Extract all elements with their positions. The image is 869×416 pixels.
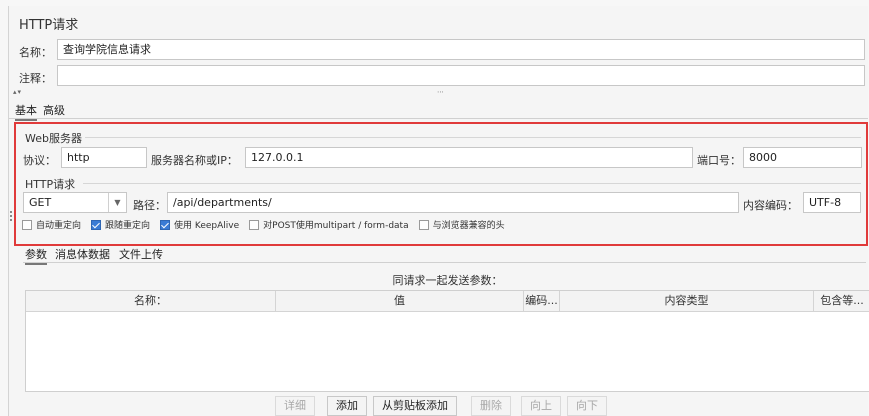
- option-label: 跟随重定向: [105, 221, 151, 231]
- splitter-grip-icon[interactable]: ⋯: [437, 88, 445, 96]
- chevron-down-icon[interactable]: ▼: [108, 193, 126, 212]
- tab-divider: [9, 118, 868, 119]
- server-label: 服务器名称或IP：: [151, 154, 238, 167]
- move-up-button[interactable]: 向上: [521, 396, 561, 416]
- option-keepalive[interactable]: 使用 KeepAlive: [160, 218, 239, 231]
- protocol-label: 协议：: [23, 154, 56, 167]
- port-label: 端口号：: [697, 154, 741, 167]
- checkbox-icon[interactable]: [22, 219, 32, 230]
- checkbox-checked-icon[interactable]: [91, 219, 102, 230]
- path-label: 路径：: [133, 199, 166, 212]
- server-field[interactable]: 127.0.0.1: [245, 147, 693, 168]
- header-encode[interactable]: 编码...: [524, 291, 560, 312]
- option-multipart[interactable]: 对POST使用multipart / form-data: [249, 218, 409, 231]
- protocol-field[interactable]: http: [61, 147, 147, 168]
- name-field[interactable]: 查询学院信息请求: [57, 39, 865, 60]
- checkbox-checked-icon[interactable]: [160, 219, 171, 230]
- web-server-group-title: Web服务器: [25, 132, 82, 145]
- splitter-handle-icon[interactable]: [10, 211, 13, 223]
- add-from-clipboard-button[interactable]: 从剪贴板添加: [373, 396, 457, 416]
- delete-button[interactable]: 删除: [471, 396, 511, 416]
- tab-file-upload[interactable]: 文件上传: [119, 246, 163, 262]
- option-browser-headers[interactable]: 与浏览器兼容的头: [418, 218, 505, 231]
- option-label: 对POST使用multipart / form-data: [263, 221, 409, 231]
- http-request-group-title: HTTP请求: [25, 178, 76, 191]
- sub-tab-divider: [23, 262, 866, 263]
- params-caption: 同请求一起发送参数：: [392, 274, 503, 287]
- add-button[interactable]: 添加: [327, 396, 367, 416]
- http-request-group-line: [83, 183, 861, 184]
- method-select[interactable]: GET ▼: [23, 192, 127, 213]
- encoding-label: 内容编码：: [743, 199, 798, 212]
- option-follow-redirect[interactable]: 跟随重定向: [91, 218, 150, 231]
- tab-body-data[interactable]: 消息体数据: [55, 246, 110, 262]
- option-label: 与浏览器兼容的头: [432, 221, 505, 231]
- options-row: 自动重定向 跟随重定向 使用 KeepAlive 对POST使用multipar…: [22, 218, 515, 231]
- checkbox-icon[interactable]: [418, 219, 429, 230]
- header-include-equals[interactable]: 包含等...: [814, 291, 869, 312]
- header-content-type[interactable]: 内容类型: [560, 291, 814, 312]
- option-label: 自动重定向: [36, 221, 82, 231]
- option-label: 使用 KeepAlive: [174, 221, 240, 231]
- detail-button[interactable]: 详细: [275, 396, 315, 416]
- name-label: 名称：: [19, 46, 52, 59]
- header-value[interactable]: 值: [276, 291, 524, 312]
- comment-field[interactable]: [57, 65, 865, 86]
- panel-title: HTTP请求: [19, 18, 79, 33]
- path-field[interactable]: /api/departments/: [167, 192, 739, 213]
- option-auto-redirect[interactable]: 自动重定向: [22, 218, 81, 231]
- http-request-panel: HTTP请求 名称： 查询学院信息请求 注释： ▴▾ ⋯ 基本 高级 Web服务…: [8, 6, 869, 416]
- move-down-button[interactable]: 向下: [567, 396, 607, 416]
- tab-advanced[interactable]: 高级: [43, 102, 65, 118]
- collapse-handle-left-icon[interactable]: ▴▾: [13, 88, 22, 96]
- checkbox-icon[interactable]: [249, 219, 260, 230]
- web-server-group-line: [85, 137, 861, 138]
- encoding-field[interactable]: UTF-8: [803, 192, 861, 213]
- method-value: GET: [29, 196, 52, 209]
- comment-label: 注释：: [19, 72, 52, 85]
- params-table[interactable]: 名称： 值 编码... 内容类型 包含等...: [25, 290, 869, 392]
- header-name[interactable]: 名称：: [26, 291, 276, 312]
- params-table-header: 名称： 值 编码... 内容类型 包含等...: [26, 291, 869, 312]
- port-field[interactable]: 8000: [743, 147, 862, 168]
